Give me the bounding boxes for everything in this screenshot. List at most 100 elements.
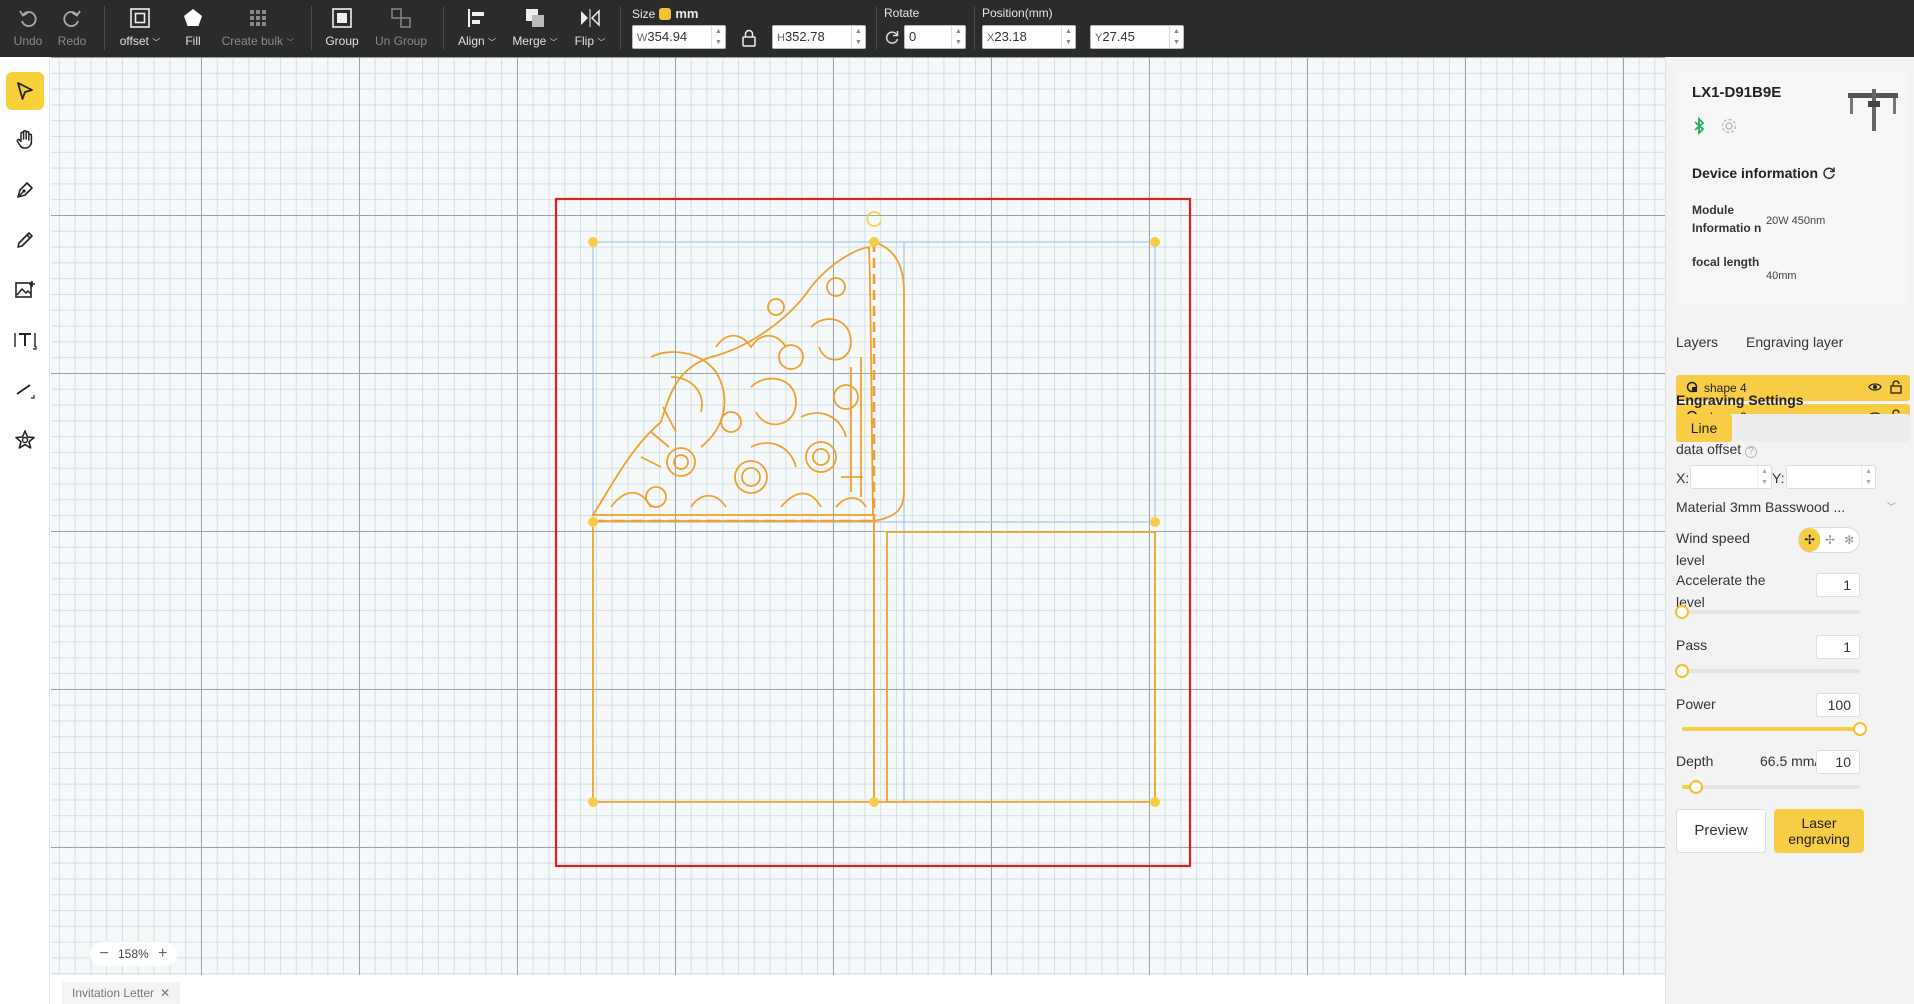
chevron-down-icon: ﹀ bbox=[1886, 502, 1896, 512]
chevron-down-icon: ﹀ bbox=[549, 38, 558, 47]
offset-x-stepper[interactable]: ▲ ▼ bbox=[1757, 466, 1771, 488]
tab-engraving-layer[interactable]: Engraving layer bbox=[1746, 334, 1843, 350]
merge-button[interactable]: Merge ﹀ bbox=[508, 4, 562, 54]
depth-slider[interactable] bbox=[1682, 780, 1860, 794]
offset-x-label: X: bbox=[1676, 470, 1690, 486]
pentagon-fill-icon bbox=[181, 6, 205, 30]
offset-y-stepper[interactable]: ▲ ▼ bbox=[1861, 466, 1875, 488]
position-x-stepper[interactable]: ▲ ▼ bbox=[1061, 26, 1075, 48]
pan-tool[interactable] bbox=[6, 121, 44, 159]
pass-input[interactable]: 1 bbox=[1816, 635, 1860, 659]
width-input[interactable]: W354.94 ▲ ▼ bbox=[632, 25, 726, 49]
pen-nib-icon bbox=[17, 182, 33, 198]
device-settings-gear-icon[interactable] bbox=[1720, 117, 1738, 140]
toolbar-divider bbox=[876, 6, 877, 50]
accelerate-label: Accelerate the level bbox=[1676, 572, 1766, 610]
data-offset-label: data offset ? bbox=[1676, 438, 1758, 460]
device-name: LX1-D91B9E bbox=[1692, 84, 1782, 101]
lock-ratio-icon[interactable] bbox=[741, 29, 757, 52]
position-x-input[interactable]: X23.18 ▲ ▼ bbox=[982, 25, 1076, 49]
pass-label: Pass bbox=[1676, 637, 1708, 653]
accelerate-slider[interactable] bbox=[1675, 605, 1860, 619]
align-button[interactable]: Align ﹀ bbox=[454, 4, 500, 54]
group-button[interactable]: Group bbox=[322, 4, 362, 54]
rotate-caption: Rotate bbox=[884, 6, 920, 20]
rotate-stepper[interactable]: ▲ ▼ bbox=[951, 26, 965, 48]
unlock-icon[interactable] bbox=[1890, 380, 1902, 394]
add-image-icon bbox=[15, 281, 35, 298]
fill-button[interactable]: Fill bbox=[178, 4, 208, 54]
depth-input[interactable]: 10 bbox=[1816, 750, 1860, 774]
unit-toggle[interactable] bbox=[659, 8, 672, 20]
preview-button[interactable]: Preview bbox=[1676, 809, 1766, 853]
eye-icon[interactable] bbox=[1868, 380, 1882, 394]
group-icon bbox=[330, 6, 354, 30]
pencil-tool[interactable] bbox=[6, 221, 44, 259]
canvas-artwork bbox=[554, 197, 1192, 868]
material-label: Material bbox=[1676, 499, 1726, 515]
offset-x-input[interactable]: ▲ ▼ bbox=[1690, 465, 1772, 489]
shape-tool[interactable] bbox=[6, 421, 44, 459]
bluetooth-icon bbox=[1692, 116, 1706, 140]
tab-layers[interactable]: Layers bbox=[1676, 334, 1718, 350]
pen-tool[interactable] bbox=[6, 171, 44, 209]
image-tool[interactable] bbox=[6, 271, 44, 309]
position-y-input[interactable]: Y27.45 ▲ ▼ bbox=[1090, 25, 1184, 49]
rotate-input[interactable]: 0 ▲ ▼ bbox=[904, 25, 966, 49]
toolbar-divider bbox=[311, 6, 312, 50]
refresh-icon[interactable] bbox=[1822, 166, 1836, 180]
close-icon[interactable]: ✕ bbox=[160, 986, 170, 1000]
ungroup-icon bbox=[389, 6, 413, 30]
power-slider-fill bbox=[1682, 727, 1860, 731]
laser-engraving-button[interactable]: Laser engraving bbox=[1774, 809, 1864, 853]
grid-icon bbox=[246, 6, 270, 30]
wind-speed-selector[interactable]: ✢ ✢ ✻ bbox=[1798, 527, 1860, 553]
line-tool[interactable] bbox=[6, 371, 44, 409]
depth-label: Depth bbox=[1676, 753, 1714, 769]
redo-button[interactable]: Redo bbox=[54, 4, 90, 54]
offset-button[interactable]: offset ﹀ bbox=[114, 4, 166, 54]
ungroup-button[interactable]: Un Group bbox=[372, 4, 430, 54]
toolbar-divider bbox=[443, 6, 444, 50]
zoom-out-button[interactable]: − bbox=[96, 945, 112, 962]
power-input[interactable]: 100 bbox=[1816, 693, 1860, 717]
design-canvas[interactable] bbox=[51, 57, 1665, 975]
text-tool[interactable] bbox=[6, 321, 44, 359]
align-left-icon bbox=[465, 6, 489, 30]
width-stepper[interactable]: ▲ ▼ bbox=[711, 26, 725, 48]
height-stepper[interactable]: ▲ ▼ bbox=[851, 26, 865, 48]
module-info-value: 20W 450nm bbox=[1766, 215, 1826, 227]
fan-low-icon[interactable]: ✻ bbox=[1840, 528, 1859, 552]
accelerate-input[interactable]: 1 bbox=[1816, 573, 1860, 597]
toolbar-divider bbox=[620, 6, 621, 50]
document-tab[interactable]: Invitation Letter ✕ bbox=[62, 982, 181, 1004]
power-slider[interactable] bbox=[1682, 722, 1867, 736]
create-bulk-button[interactable]: Create bulk ﹀ bbox=[218, 4, 298, 54]
help-icon[interactable]: ? bbox=[1745, 446, 1758, 458]
accelerate-slider-knob[interactable] bbox=[1675, 605, 1689, 619]
offset-y-input[interactable]: ▲ ▼ bbox=[1786, 465, 1876, 489]
material-select[interactable]: 3mm Basswood ... ﹀ bbox=[1730, 496, 1900, 518]
rotate-handle[interactable] bbox=[866, 211, 882, 227]
pass-slider[interactable] bbox=[1675, 664, 1860, 678]
flip-button[interactable]: Flip ﹀ bbox=[570, 4, 610, 54]
panel-tabs: Layers Engraving layer bbox=[1676, 334, 1843, 350]
zoom-in-button[interactable]: + bbox=[155, 945, 171, 962]
depth-slider-knob[interactable] bbox=[1689, 780, 1704, 794]
pass-slider-knob[interactable] bbox=[1675, 664, 1689, 678]
select-tool[interactable] bbox=[6, 72, 44, 110]
text-icon bbox=[14, 333, 37, 350]
arrow-cursor-icon bbox=[17, 82, 33, 100]
power-label: Power bbox=[1676, 696, 1716, 712]
undo-button[interactable]: Undo bbox=[10, 4, 46, 54]
mandala-ornament bbox=[591, 245, 874, 516]
offset-y-label: Y: bbox=[1772, 470, 1785, 486]
fan-medium-icon[interactable]: ✢ bbox=[1820, 528, 1839, 552]
position-y-stepper[interactable]: ▲ ▼ bbox=[1169, 26, 1183, 48]
redo-icon bbox=[60, 6, 84, 30]
fan-high-icon[interactable]: ✢ bbox=[1799, 528, 1821, 552]
rotate-icon bbox=[884, 29, 900, 50]
power-slider-knob[interactable] bbox=[1853, 722, 1867, 736]
height-input[interactable]: H352.78 ▲ ▼ bbox=[772, 25, 866, 49]
size-caption: Size mm bbox=[632, 6, 699, 21]
